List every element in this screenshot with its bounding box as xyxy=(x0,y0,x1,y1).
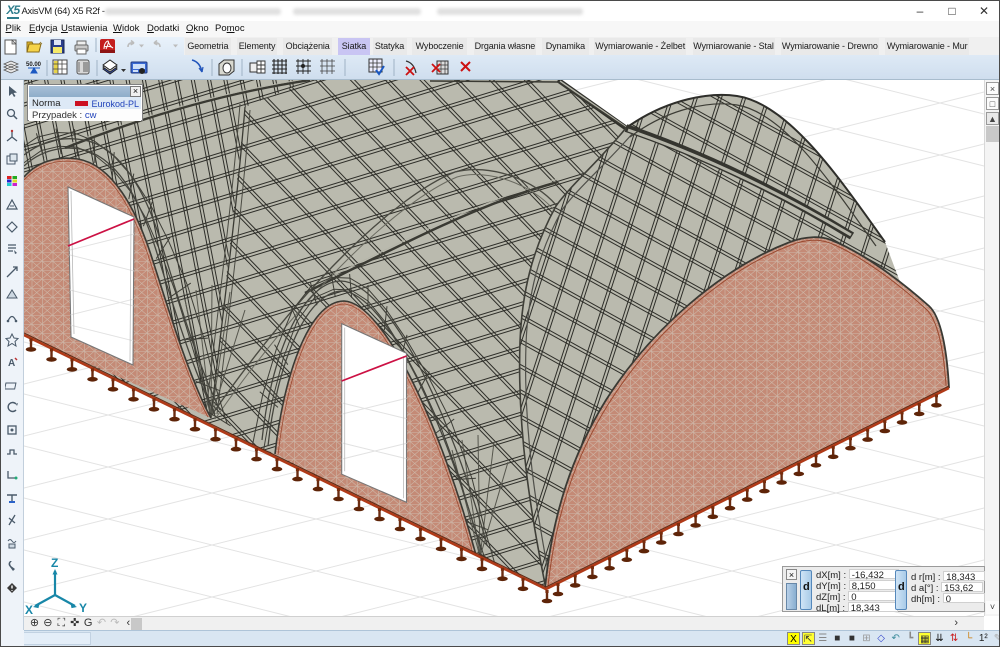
svg-text:Z: Z xyxy=(51,556,58,570)
svg-text:A: A xyxy=(8,358,15,369)
svg-text:Y: Y xyxy=(79,601,87,615)
svg-text:X: X xyxy=(25,603,33,616)
svg-text:50.00: 50.00 xyxy=(26,62,42,68)
